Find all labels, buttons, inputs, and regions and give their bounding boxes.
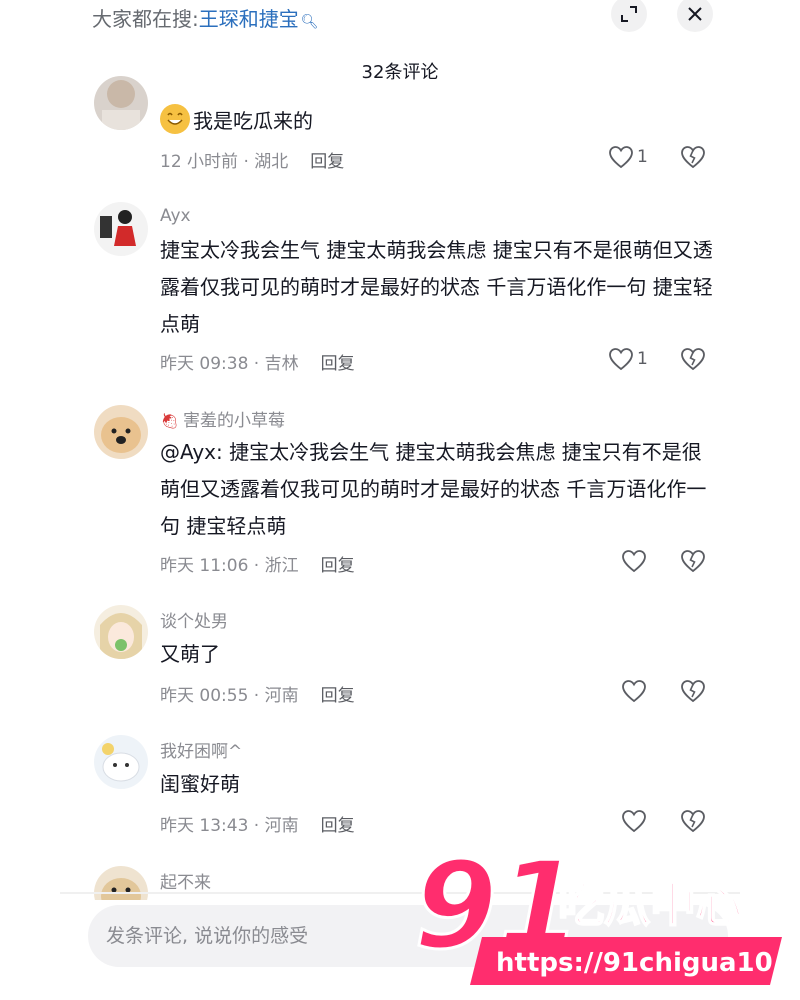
avatar[interactable] [94, 866, 148, 900]
reply-button[interactable]: 回复 [321, 556, 355, 576]
comment-time-location: 昨天 09:38 · 吉林 [160, 354, 299, 374]
heart-icon [609, 146, 633, 169]
comment-text: 我是吃瓜来的 [160, 103, 720, 140]
comment-body: 我是吃瓜来的 [193, 109, 313, 133]
like-button[interactable] [621, 809, 650, 833]
broken-heart-icon [681, 680, 705, 703]
comment-username[interactable]: 我好困啊^ [160, 737, 242, 762]
comment-username[interactable]: Ayx [160, 206, 191, 226]
heart-icon [622, 680, 646, 703]
heart-icon [622, 550, 646, 573]
heart-icon [609, 348, 633, 371]
comment-text: 闺蜜好萌 [160, 772, 240, 796]
comment-meta: 昨天 00:55 · 河南 回复 [160, 681, 355, 706]
comment-input[interactable] [104, 924, 528, 948]
comment-time-location: 昨天 00:55 · 河南 [160, 686, 299, 706]
grinning-emoji-icon [160, 104, 190, 134]
like-count: 1 [637, 349, 648, 369]
broken-heart-icon [681, 810, 705, 833]
broken-heart-icon [681, 550, 705, 573]
dislike-button[interactable] [680, 679, 706, 707]
divider [60, 892, 740, 894]
reply-button[interactable]: 回复 [321, 354, 355, 374]
avatar[interactable] [94, 605, 148, 659]
dislike-button[interactable] [680, 549, 706, 577]
reply-button[interactable]: 回复 [321, 686, 355, 706]
avatar[interactable] [94, 405, 148, 459]
comment-time-location: 昨天 13:43 · 河南 [160, 816, 299, 836]
comment-text: 捷宝太冷我会生气 捷宝太萌我会焦虑 捷宝只有不是很萌但又透露着仅我可见的萌时才是… [160, 238, 713, 336]
broken-heart-icon [681, 348, 705, 371]
dislike-button[interactable] [680, 145, 706, 173]
comment-username[interactable]: 起不来 [160, 868, 211, 893]
dislike-button[interactable] [680, 809, 706, 837]
like-button[interactable]: 1 [608, 145, 648, 169]
comment-username[interactable]: 谈个处男 [160, 607, 228, 632]
avatar[interactable] [94, 76, 148, 130]
strawberry-icon: 🍓︎ [160, 412, 180, 430]
like-button[interactable] [621, 549, 650, 573]
dislike-button[interactable] [680, 347, 706, 375]
comment-list[interactable]: 我是吃瓜来的 12 小时前 · 湖北 回复 1 Ayx 捷宝太冷我会生气 捷宝太萌… [0, 0, 800, 900]
reply-button[interactable]: 回复 [310, 152, 344, 172]
comment-text: @Ayx: 捷宝太冷我会生气 捷宝太萌我会焦虑 捷宝只有不是很萌但又透露着仅我可… [160, 440, 707, 538]
avatar[interactable] [94, 202, 148, 256]
like-button[interactable]: 1 [608, 347, 648, 371]
broken-heart-icon [681, 146, 705, 169]
comment-time-location: 昨天 11:06 · 浙江 [160, 556, 299, 576]
heart-icon [622, 810, 646, 833]
comment-meta: 昨天 11:06 · 浙江 回复 [160, 551, 355, 576]
avatar[interactable] [94, 735, 148, 789]
comment-meta: 昨天 09:38 · 吉林 回复 [160, 349, 355, 374]
reply-button[interactable]: 回复 [321, 816, 355, 836]
like-count: 1 [637, 147, 648, 167]
like-button[interactable] [621, 679, 650, 703]
comment-meta: 12 小时前 · 湖北 回复 [160, 147, 344, 172]
comment-meta: 昨天 13:43 · 河南 回复 [160, 811, 355, 836]
comment-text: 又萌了 [160, 642, 220, 666]
comment-time-location: 12 小时前 · 湖北 [160, 152, 289, 172]
username-text: 害羞的小草莓 [183, 411, 286, 431]
comment-username[interactable]: 🍓︎ 害羞的小草莓 [160, 406, 285, 431]
comment-input-bar[interactable] [88, 905, 728, 967]
